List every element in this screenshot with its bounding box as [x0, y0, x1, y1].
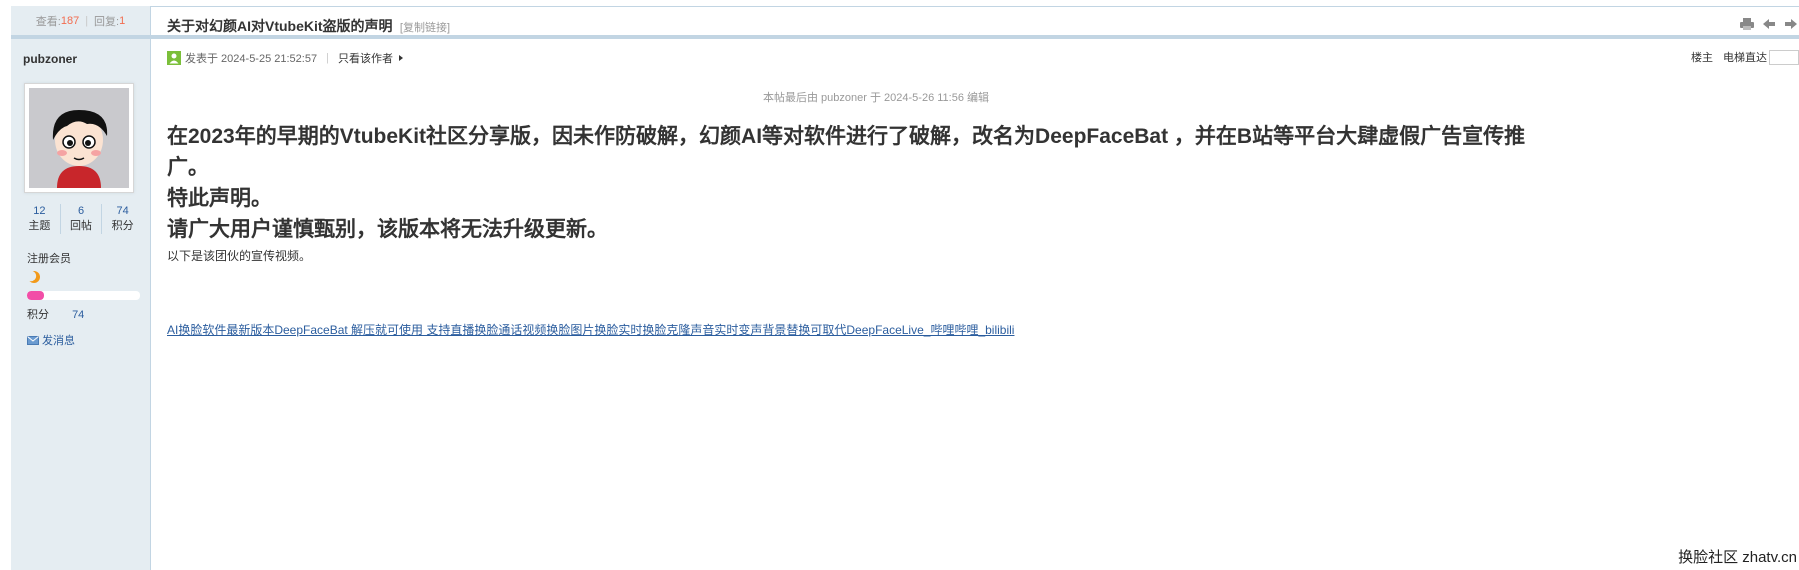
chevron-right-icon: [398, 55, 403, 61]
stat-posts[interactable]: 6 回帖: [61, 204, 103, 234]
threads-label: 主题: [28, 220, 51, 232]
send-message-link[interactable]: 发消息: [27, 332, 75, 348]
stat-points[interactable]: 74 积分: [102, 204, 143, 234]
floor-label: 楼主: [1691, 52, 1713, 64]
arrow-left-icon[interactable]: [1761, 17, 1777, 31]
posts-label: 回帖: [70, 220, 92, 232]
author-sidebar: 查看: 187 | 回复: 1 pubzoner 12 主题 6 回帖 74 积…: [11, 6, 151, 570]
user-group[interactable]: 注册会员: [27, 250, 71, 266]
author-name[interactable]: pubzoner: [23, 52, 77, 66]
video-link[interactable]: AI换脸软件最新版本DeepFaceBat 解压就可使用 支持直播换脸通话视频换…: [167, 321, 1014, 338]
thread-stats: 查看: 187 | 回复: 1: [11, 6, 150, 39]
thread-title-bar: 关于对幻颜AI对VtubeKit盗版的声明 [复制链接]: [151, 6, 1799, 39]
post-note: 以下是该团伙的宣传视频。: [167, 249, 312, 263]
avatar-image: [29, 88, 129, 188]
posts-count: 6: [77, 205, 85, 217]
moon-icon: [27, 270, 40, 283]
copy-link-button[interactable]: [复制链接]: [400, 22, 450, 34]
floor-tools: 楼主 电梯直达: [1691, 49, 1799, 65]
level-progress-fill: [27, 291, 44, 300]
replies-label: 回复:: [94, 15, 120, 28]
post-body: 在2023年的早期的VtubeKit社区分享版，因未作防破解，幻颜AI等对软件进…: [167, 121, 1557, 264]
watermark: 换脸社区 zhatv.cn: [1676, 545, 1799, 568]
post-line: 特此声明。: [167, 187, 272, 210]
elevator-input[interactable]: [1769, 49, 1799, 65]
stat-threads[interactable]: 12 主题: [19, 204, 61, 234]
post-meta: 发表于 2024-5-25 21:52:57 | 只看该作者: [167, 50, 403, 66]
user-stats: 12 主题 6 回帖 74 积分: [19, 204, 143, 234]
arrow-right-icon[interactable]: [1783, 17, 1799, 31]
only-author-link[interactable]: 只看该作者: [338, 50, 393, 66]
post-line: 请广大用户谨慎甄别，该版本将无法升级更新。: [167, 218, 608, 241]
edit-note: 本帖最后由 pubzoner 于 2024-5-26 11:56 编辑: [763, 92, 990, 104]
post-line: 在2023年的早期的VtubeKit社区分享版，因未作防破解，幻颜AI等对软件进…: [167, 125, 1526, 179]
printer-icon[interactable]: [1739, 17, 1755, 31]
avatar[interactable]: [24, 83, 134, 193]
mail-icon: [27, 335, 39, 345]
meta-divider: |: [326, 52, 329, 64]
elevator-label: 电梯直达: [1723, 52, 1767, 64]
points-row: 积分 74: [27, 306, 84, 322]
points-count: 74: [116, 205, 129, 217]
points-row-label: 积分: [27, 309, 49, 321]
title-tools: [1739, 17, 1799, 31]
poster-icon: [167, 51, 181, 65]
replies-count: 1: [119, 14, 126, 27]
send-message-label: 发消息: [42, 335, 75, 347]
threads-count: 12: [33, 205, 46, 217]
post-date: 发表于 2024-5-25 21:52:57: [185, 53, 318, 65]
views-count: 187: [60, 14, 80, 27]
points-label: 积分: [111, 220, 134, 232]
stats-divider: |: [85, 14, 89, 27]
level-progress-bar: [27, 291, 140, 300]
views-label: 查看:: [35, 15, 61, 28]
points-row-value: 74: [72, 309, 85, 321]
page-title: 关于对幻颜AI对VtubeKit盗版的声明: [167, 18, 393, 34]
